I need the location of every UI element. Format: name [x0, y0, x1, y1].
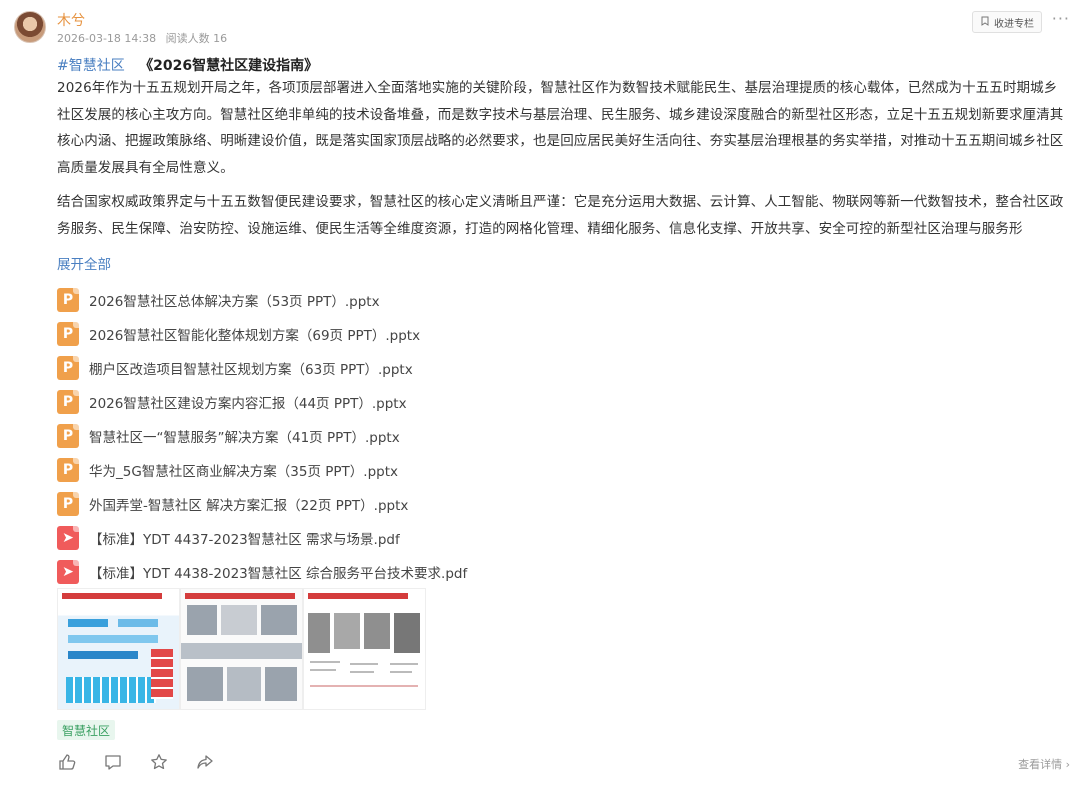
post-meta: 2026-03-18 14:38 阅读人数 16: [57, 30, 233, 46]
ppt-file-icon: P: [57, 288, 79, 312]
ppt-file-icon: P: [57, 390, 79, 414]
comment-icon[interactable]: [103, 752, 123, 772]
collect-to-column-button[interactable]: 收进专栏: [972, 11, 1042, 33]
attachment-name: 【标准】YDT 4437-2023智慧社区 需求与场景.pdf: [89, 532, 400, 548]
attachment-item[interactable]: P 华为_5G智慧社区商业解决方案（35页 PPT）.pptx: [57, 453, 467, 487]
expand-all-link[interactable]: 展开全部: [57, 253, 111, 273]
attachment-item[interactable]: P 2026智慧社区建设方案内容汇报（44页 PPT）.pptx: [57, 385, 467, 419]
bookmark-plus-icon: [980, 16, 990, 29]
attachment-item[interactable]: ➤ 【标准】YDT 4438-2023智慧社区 综合服务平台技术要求.pdf: [57, 555, 467, 589]
thumbs-up-icon[interactable]: [57, 752, 77, 772]
post-paragraph-1: 2026年作为十五五规划开局之年，各项顶层部署进入全面落地实施的关键阶段，智慧社…: [57, 80, 1064, 176]
ppt-file-icon: P: [57, 356, 79, 380]
attachment-item[interactable]: P 棚户区改造项目智慧社区规划方案（63页 PPT）.pptx: [57, 351, 467, 385]
ppt-file-icon: P: [57, 458, 79, 482]
slide-thumbnail[interactable]: [303, 588, 426, 710]
pdf-file-icon: ➤: [57, 526, 79, 550]
more-options-icon[interactable]: ···: [1052, 9, 1070, 28]
slide-thumbnail[interactable]: [180, 588, 303, 710]
attachment-item[interactable]: P 2026智慧社区总体解决方案（53页 PPT）.pptx: [57, 283, 467, 317]
author-name[interactable]: 木兮: [57, 10, 85, 30]
attachment-name: 华为_5G智慧社区商业解决方案（35页 PPT）.pptx: [89, 464, 399, 480]
share-icon[interactable]: [195, 752, 215, 772]
ppt-file-icon: P: [57, 492, 79, 516]
attachment-item[interactable]: P 2026智慧社区智能化整体规划方案（69页 PPT）.pptx: [57, 317, 467, 351]
post-title: 《2026智慧社区建设指南》: [139, 58, 319, 74]
attachment-name: 智慧社区一“智慧服务”解决方案（41页 PPT）.pptx: [89, 430, 400, 446]
action-bar: [57, 752, 215, 772]
attachment-name: 2026智慧社区建设方案内容汇报（44页 PPT）.pptx: [89, 396, 407, 412]
slide-thumbnail[interactable]: [57, 588, 180, 710]
view-details-link[interactable]: 查看详情 ›: [1018, 756, 1070, 772]
attachment-name: 棚户区改造项目智慧社区规划方案（63页 PPT）.pptx: [89, 362, 413, 378]
attachment-name: 2026智慧社区总体解决方案（53页 PPT）.pptx: [89, 294, 380, 310]
post-title-line: #智慧社区 《2026智慧社区建设指南》: [57, 55, 318, 75]
attachment-item[interactable]: P 外国弄堂-智慧社区 解决方案汇报（22页 PPT）.pptx: [57, 487, 467, 521]
read-count: 阅读人数 16: [165, 32, 228, 45]
ppt-file-icon: P: [57, 322, 79, 346]
star-icon[interactable]: [149, 752, 169, 772]
collect-label: 收进专栏: [994, 18, 1034, 30]
post-date: 2026-03-18 14:38: [57, 32, 157, 45]
attachment-item[interactable]: P 智慧社区一“智慧服务”解决方案（41页 PPT）.pptx: [57, 419, 467, 453]
topic-tag[interactable]: 智慧社区: [57, 720, 116, 740]
hashtag-link[interactable]: #智慧社区: [57, 58, 125, 74]
attachment-name: 2026智慧社区智能化整体规划方案（69页 PPT）.pptx: [89, 328, 421, 344]
ppt-file-icon: P: [57, 424, 79, 448]
attachment-item[interactable]: ➤ 【标准】YDT 4437-2023智慧社区 需求与场景.pdf: [57, 521, 467, 555]
author-avatar[interactable]: [14, 11, 46, 43]
post-paragraph-2: 结合国家权威政策界定与十五五数智便民建设要求，智慧社区的核心定义清晰且严谨：它是…: [57, 194, 1064, 237]
attachment-name: 【标准】YDT 4438-2023智慧社区 综合服务平台技术要求.pdf: [89, 566, 468, 582]
attachment-name: 外国弄堂-智慧社区 解决方案汇报（22页 PPT）.pptx: [89, 498, 409, 514]
pdf-file-icon: ➤: [57, 560, 79, 584]
attachment-list: P 2026智慧社区总体解决方案（53页 PPT）.pptx P 2026智慧社区智能…: [57, 283, 467, 589]
image-gallery: [57, 588, 426, 710]
